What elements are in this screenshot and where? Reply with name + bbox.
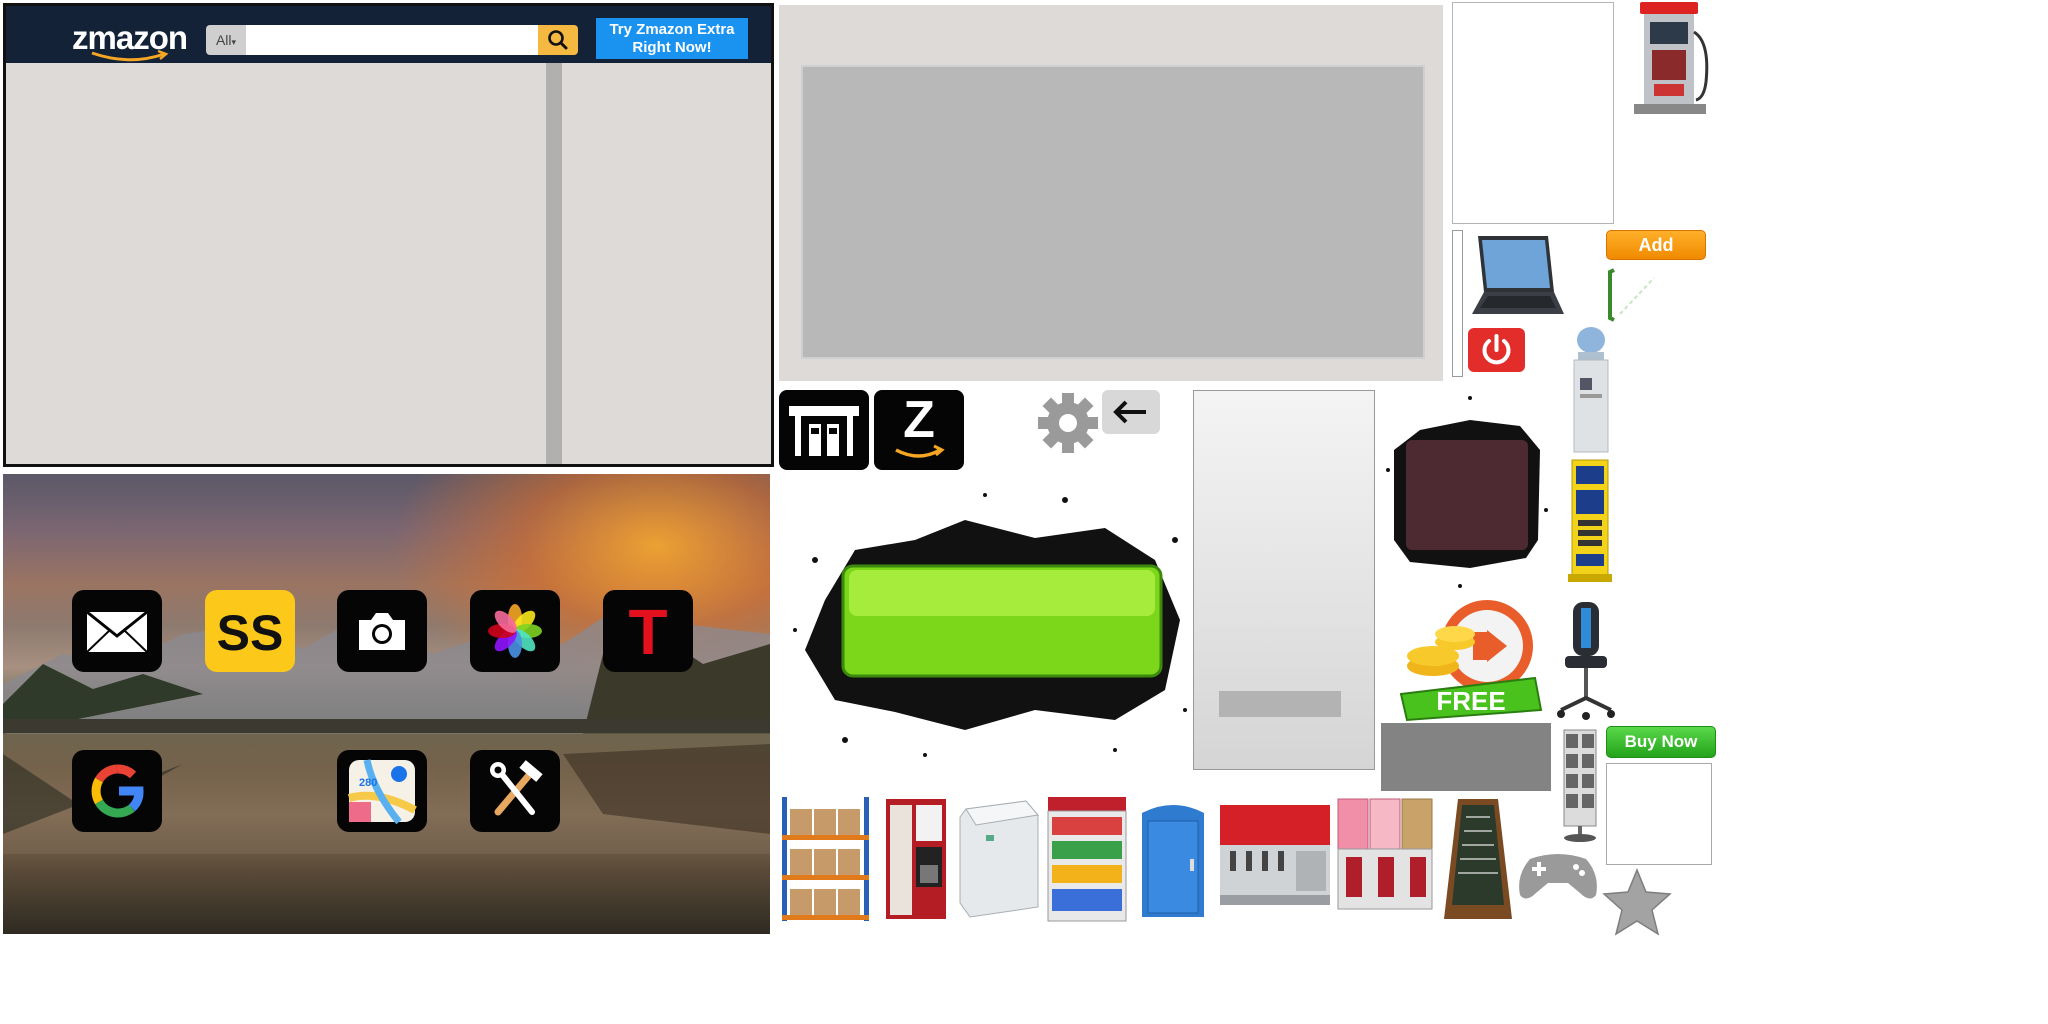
chevron-down-icon: ▾ bbox=[231, 37, 237, 47]
tools-app-icon[interactable] bbox=[470, 750, 560, 832]
portable-toilet-icon[interactable] bbox=[1134, 795, 1212, 923]
slushie-machine-icon[interactable] bbox=[1336, 795, 1436, 923]
search-input[interactable] bbox=[246, 25, 538, 55]
zmazon-scrollbar[interactable] bbox=[546, 63, 562, 464]
zmazon-smile-icon bbox=[91, 50, 169, 62]
t-app-label: T bbox=[628, 596, 668, 668]
maps-route-label: 280 bbox=[359, 777, 377, 789]
gray-placeholder-box bbox=[1381, 723, 1551, 791]
warehouse-shelf-icon[interactable] bbox=[778, 795, 873, 923]
search-category-select[interactable]: All▾ bbox=[206, 25, 246, 55]
item-preview-panel-small bbox=[1606, 763, 1712, 865]
free-video-reward-badge[interactable]: FREE bbox=[1395, 598, 1545, 724]
free-label: FREE bbox=[1436, 686, 1505, 716]
star-icon[interactable] bbox=[1602, 868, 1672, 936]
add-button[interactable]: Add bbox=[1606, 230, 1706, 260]
back-button[interactable] bbox=[1102, 390, 1160, 434]
zmazon-app-button[interactable]: Z bbox=[874, 390, 964, 470]
google-app-icon[interactable] bbox=[72, 750, 162, 832]
google-g-icon bbox=[91, 764, 144, 818]
item-preview-panel bbox=[1452, 2, 1614, 224]
green-bracket-icon bbox=[1608, 268, 1655, 322]
search-category-label: All bbox=[215, 32, 232, 48]
gas-pump-icon[interactable] bbox=[1626, 2, 1714, 116]
hammer-wrench-icon bbox=[490, 760, 543, 816]
gas-station-sign-icon[interactable] bbox=[1568, 458, 1612, 582]
search-icon bbox=[548, 30, 568, 50]
thin-frame bbox=[1452, 230, 1463, 377]
zmazon-content-area[interactable] bbox=[6, 63, 544, 464]
zmazon-smile-icon bbox=[895, 444, 945, 458]
power-button[interactable] bbox=[1468, 328, 1525, 372]
envelope-icon bbox=[86, 610, 148, 653]
soda-fountain-icon[interactable] bbox=[1216, 795, 1334, 923]
snack-rack-icon[interactable] bbox=[1044, 795, 1130, 923]
settings-gear-icon[interactable] bbox=[1036, 390, 1100, 456]
ss-app-icon[interactable]: SS bbox=[205, 590, 295, 672]
mail-app-icon[interactable] bbox=[72, 590, 162, 672]
phone-home-screen: SS T 280 bbox=[3, 474, 770, 934]
dialog-content-area bbox=[801, 65, 1425, 359]
maps-app-icon[interactable]: 280 bbox=[337, 750, 427, 832]
magazine-rack-icon[interactable] bbox=[1556, 726, 1604, 844]
dark-splash-frame bbox=[1386, 396, 1548, 588]
search-button[interactable] bbox=[538, 25, 578, 55]
gas-station-app-button[interactable] bbox=[779, 390, 869, 470]
chest-freezer-icon[interactable] bbox=[956, 795, 1042, 923]
camera-icon bbox=[359, 613, 405, 650]
vending-panel-slot[interactable] bbox=[1219, 691, 1341, 717]
zmazon-extra-promo-button[interactable]: Try Zmazon Extra Right Now! bbox=[596, 18, 748, 59]
t-app-icon[interactable]: T bbox=[603, 590, 693, 672]
laptop-icon[interactable] bbox=[1468, 230, 1568, 322]
office-chair-icon[interactable] bbox=[1555, 598, 1617, 724]
buy-now-button[interactable]: Buy Now bbox=[1606, 726, 1716, 758]
gamepad-icon[interactable] bbox=[1516, 845, 1600, 905]
arrow-left-icon bbox=[1113, 400, 1146, 424]
dialog-panel bbox=[779, 5, 1443, 381]
green-splash-button[interactable] bbox=[785, 480, 1193, 765]
gas-station-icon bbox=[789, 406, 859, 456]
maps-icon: 280 bbox=[347, 759, 417, 825]
ss-app-label: SS bbox=[216, 605, 284, 661]
camera-app-icon[interactable] bbox=[337, 590, 427, 672]
chalkboard-sign-icon[interactable] bbox=[1440, 795, 1516, 923]
coffee-machine-icon[interactable] bbox=[880, 795, 952, 923]
zmazon-header: zmazon All▾ Try Zmazon Extra Right Now! bbox=[6, 6, 771, 63]
power-icon bbox=[1482, 334, 1511, 365]
zmazon-side-panel bbox=[564, 63, 771, 464]
vending-panel bbox=[1193, 390, 1375, 770]
photos-app-icon[interactable] bbox=[470, 590, 560, 672]
water-cooler-icon[interactable] bbox=[1568, 326, 1614, 454]
photos-flower-icon bbox=[488, 604, 542, 658]
zmazon-window: zmazon All▾ Try Zmazon Extra Right Now! bbox=[3, 3, 774, 467]
